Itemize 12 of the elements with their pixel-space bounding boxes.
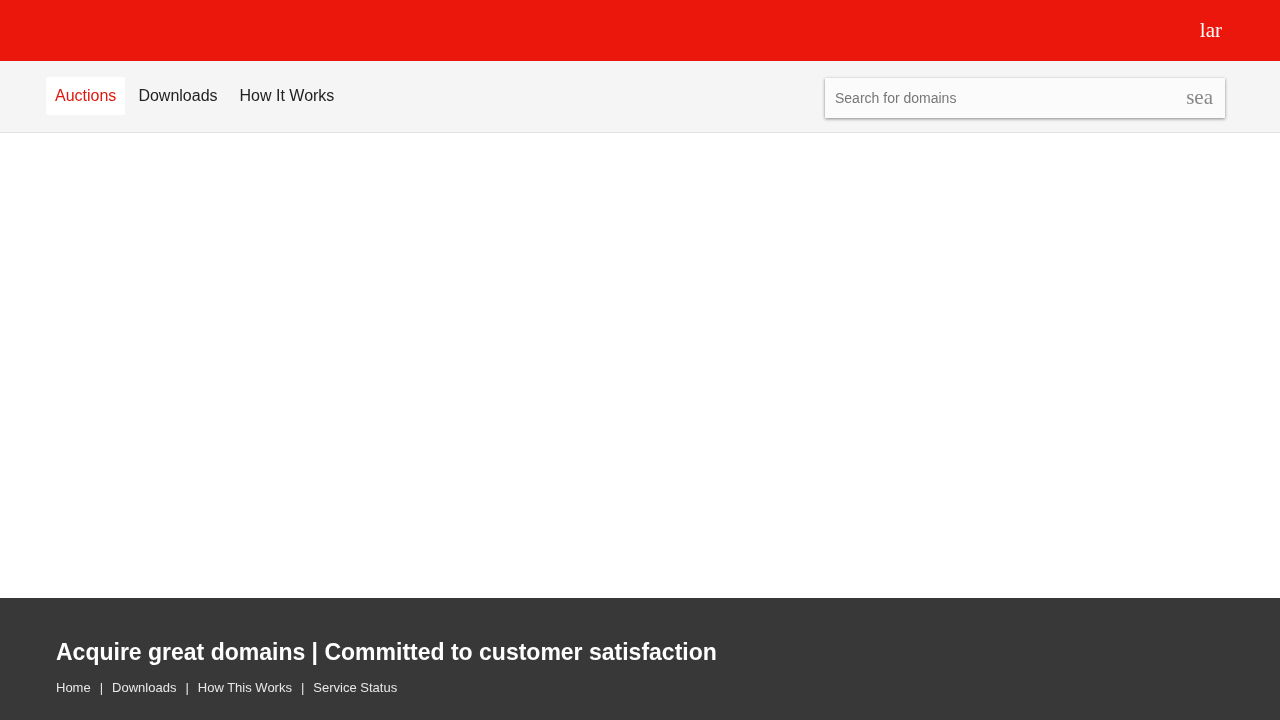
footer-link[interactable]: Home [56,680,91,696]
footer-tagline: Acquire great domains | Committed to customer satisfaction [56,638,718,666]
link-separator: | [300,680,305,696]
header-button[interactable]: lar [1197,18,1224,43]
nav-tab[interactable]: Auctions [46,76,126,115]
link-separator: | [185,680,189,696]
nav-tab[interactable]: Downloads [129,76,227,115]
nav-tab[interactable]: How It Works [230,76,344,115]
footer-link[interactable]: Service Status [313,680,398,696]
link-separator: | [99,680,104,696]
footer-link[interactable]: Downloads [112,680,177,696]
footer-link[interactable]: How This Works [197,680,292,696]
